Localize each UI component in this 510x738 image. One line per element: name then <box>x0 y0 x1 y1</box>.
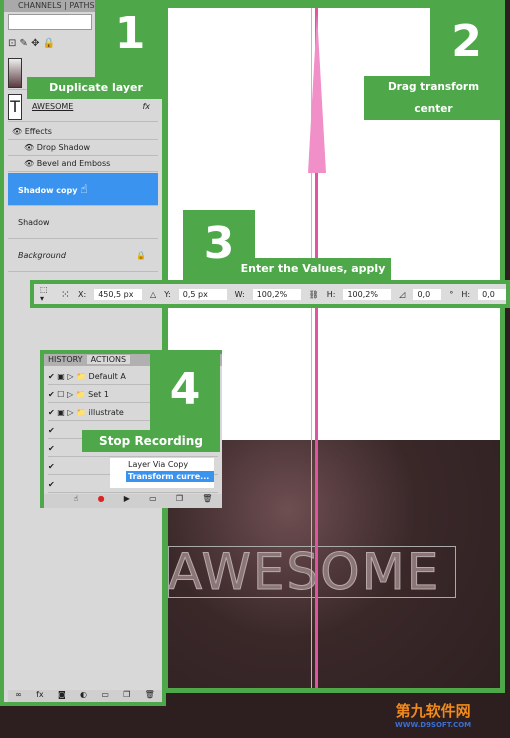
effect-drop-shadow[interactable]: 👁 Drop Shadow <box>8 140 158 156</box>
layer-shadow-copy[interactable]: Shadow copy ☝ <box>8 173 158 206</box>
h-input[interactable]: 100,2% <box>343 288 392 300</box>
text-layer-icon: T <box>8 94 22 120</box>
trash-icon[interactable]: 🗑 <box>145 690 155 702</box>
layer-shadow[interactable]: Shadow <box>8 207 158 239</box>
hand-cursor-icon: ☝ <box>80 182 88 196</box>
eye-icon[interactable]: 👁 <box>24 143 34 152</box>
awesome-text: AWESOME <box>168 543 441 601</box>
skew-h-label: H: <box>461 289 471 299</box>
layer-background[interactable]: Background 🔒 <box>8 240 158 272</box>
fx-icon[interactable]: fx <box>36 690 44 702</box>
step-4-number: 4 <box>150 350 220 430</box>
eye-icon[interactable]: 👁 <box>12 127 22 136</box>
layers-footer: ∞ fx ◙ ◐ ▭ ❐ 🗑 <box>8 690 162 702</box>
lock-icons[interactable]: ⊡ ✎ ✥ 🔒 <box>8 38 55 49</box>
x-input[interactable]: 450,5 px <box>94 288 143 300</box>
link-icon[interactable]: ⛓ <box>309 290 319 299</box>
angle-icon: ◿ <box>399 289 406 299</box>
link-icon[interactable]: ∞ <box>15 690 22 702</box>
arrow-icon <box>308 13 326 173</box>
panel-tabs[interactable]: CHANNELS | PATHS <box>4 0 104 12</box>
watermark-logo: 第九软件网 WWW.D9SOFT.COM <box>395 702 472 729</box>
y-input[interactable]: 0,5 px <box>178 288 227 300</box>
mask-icon[interactable]: ◙ <box>58 690 66 702</box>
actions-footer: ☝ ● ▶ ▭ ❐ 🗑 <box>44 494 222 508</box>
delta-icon[interactable]: △ <box>150 290 156 299</box>
transform-tool-icon[interactable]: ⬚ ▾ <box>40 285 53 303</box>
layer-effects[interactable]: 👁 Effects <box>8 124 158 140</box>
angle-input[interactable]: 0,0 <box>413 288 442 300</box>
effect-bevel-emboss[interactable]: 👁 Bevel and Emboss <box>8 156 158 172</box>
step-1-label: Duplicate layer <box>27 77 165 99</box>
folder-icon[interactable]: ▭ <box>101 690 109 702</box>
h-label: H: <box>326 289 336 299</box>
stop-icon[interactable]: ☝ <box>74 494 79 508</box>
reference-point-icon[interactable]: ⁙ <box>61 288 70 301</box>
step-1-number: 1 <box>95 0 165 78</box>
w-label: W: <box>234 289 245 299</box>
new-action-icon[interactable]: ❐ <box>176 494 183 508</box>
action-steps: Layer Via Copy Transform curre... <box>110 458 214 488</box>
w-input[interactable]: 100,2% <box>252 288 301 300</box>
x-label: X: <box>78 289 87 299</box>
record-icon[interactable]: ● <box>98 494 105 508</box>
action-step-layer-via-copy[interactable]: Layer Via Copy <box>110 458 214 469</box>
step-4-label: Stop Recording <box>82 430 220 452</box>
transform-options-bar: ⬚ ▾ ⁙ X: 450,5 px △ Y: 0,5 px W: 100,2% ⛓ H… <box>30 280 510 308</box>
adjustment-icon[interactable]: ◐ <box>80 690 87 702</box>
step-2-number: 2 <box>430 8 503 76</box>
step-2-label: Drag transform center <box>364 76 503 120</box>
degree-unit: ° <box>449 289 454 299</box>
folder-icon[interactable]: ▭ <box>149 494 157 508</box>
skew-h-input[interactable]: 0,0 <box>478 288 506 300</box>
new-layer-icon[interactable]: ❐ <box>123 690 130 702</box>
step-3-label: Enter the Values, apply <box>235 258 391 280</box>
eye-icon[interactable]: 👁 <box>24 159 34 168</box>
action-step-transform[interactable]: Transform curre... <box>126 471 214 482</box>
play-icon[interactable]: ▶ <box>124 494 130 508</box>
lock-icon: 🔒 <box>136 251 146 260</box>
blend-mode-dropdown[interactable] <box>8 14 92 30</box>
trash-icon[interactable]: 🗑 <box>202 494 212 508</box>
y-label: Y: <box>164 289 171 299</box>
